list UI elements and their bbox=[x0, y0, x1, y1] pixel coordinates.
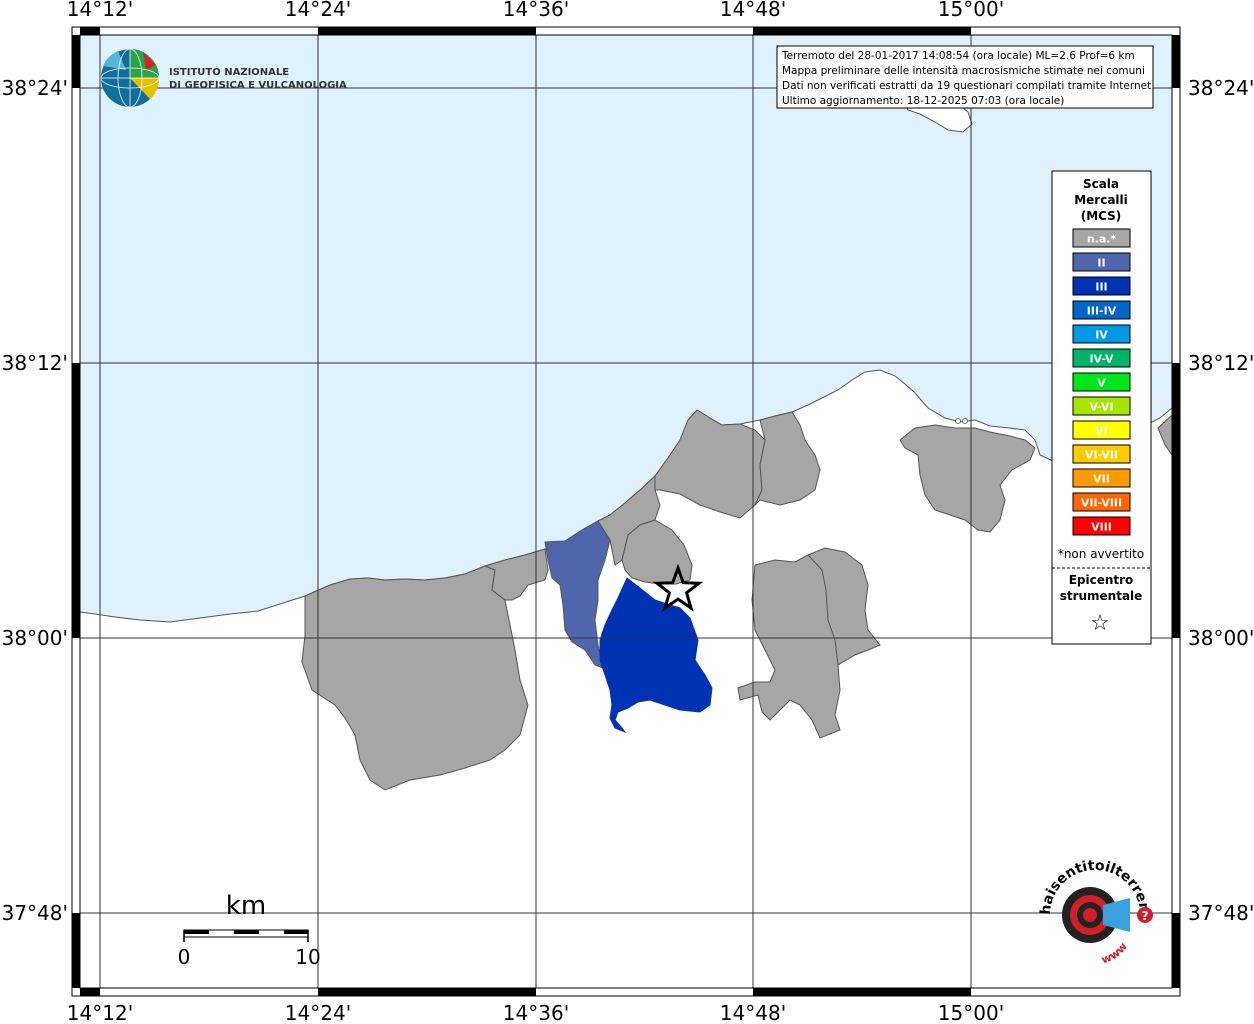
legend-item: VIII bbox=[1072, 516, 1131, 536]
legend-label: VII-VIII bbox=[1081, 497, 1122, 510]
legend-label: VI bbox=[1095, 425, 1108, 438]
info-line-4: Ultimo aggiornamento: 18-12-2025 07:03 (… bbox=[782, 95, 1064, 107]
lon-label-bottom-4: 14°48' bbox=[720, 1001, 786, 1024]
legend-item: VI-VII bbox=[1072, 444, 1131, 464]
logo-line-2: DI GEOFISICA E VULCANOLOGIA bbox=[169, 80, 347, 91]
legend-label: VI-VII bbox=[1085, 449, 1118, 462]
legend-label: n.a.* bbox=[1087, 233, 1117, 246]
legend-item: III-IV bbox=[1072, 300, 1131, 320]
lat-label-right-4: 37°48' bbox=[1188, 901, 1254, 925]
legend-label: II bbox=[1097, 257, 1105, 270]
lon-label-top-5: 15°00' bbox=[938, 0, 1004, 21]
legend-label: IV bbox=[1095, 329, 1108, 342]
legend-label: VIII bbox=[1091, 521, 1112, 534]
legend-label: III-IV bbox=[1087, 305, 1117, 318]
legend-item: VI bbox=[1072, 420, 1131, 440]
legend-label: IV-V bbox=[1089, 353, 1114, 366]
lat-label-right-3: 38°00' bbox=[1188, 626, 1254, 650]
legend-title-3: (MCS) bbox=[1081, 209, 1122, 223]
legend-item: V-VI bbox=[1072, 396, 1131, 416]
legend-label: V-VI bbox=[1089, 401, 1113, 414]
lat-label-left-4: 37°48' bbox=[2, 901, 68, 925]
lon-label-bottom-1: 14°12' bbox=[67, 1001, 133, 1024]
lat-label-left-2: 38°12' bbox=[2, 351, 68, 375]
lon-label-bottom-2: 14°24' bbox=[285, 1001, 351, 1024]
info-box: Terremoto del 28-01-2017 14:08:54 (ora l… bbox=[776, 45, 1155, 109]
info-line-3: Dati non verificati estratti da 19 quest… bbox=[782, 80, 1155, 92]
islet bbox=[962, 418, 968, 424]
legend-epicenter-1: Epicentro bbox=[1069, 573, 1134, 587]
legend-item: IV-V bbox=[1072, 348, 1131, 368]
legend-item: V bbox=[1072, 372, 1131, 392]
legend-label: V bbox=[1097, 377, 1106, 390]
legend-item: n.a.* bbox=[1072, 228, 1131, 248]
legend-item: VII-VIII bbox=[1072, 492, 1131, 512]
lat-label-right-2: 38°12' bbox=[1188, 351, 1254, 375]
lon-label-top-1: 14°12' bbox=[67, 0, 133, 21]
star-icon: ☆ bbox=[1090, 611, 1110, 636]
scale-min: 0 bbox=[178, 945, 191, 969]
legend-epicenter-2: strumentale bbox=[1060, 589, 1143, 603]
legend-title-2: Mercalli bbox=[1074, 193, 1128, 207]
lat-label-left-3: 38°00' bbox=[2, 626, 68, 650]
legend-item: III bbox=[1072, 276, 1131, 296]
legend-item: VII bbox=[1072, 468, 1131, 488]
legend-item: IV bbox=[1072, 324, 1131, 344]
lon-label-bottom-3: 14°36' bbox=[503, 1001, 569, 1024]
lat-label-left-1: 38°24' bbox=[2, 76, 68, 100]
info-line-1: Terremoto del 28-01-2017 14:08:54 (ora l… bbox=[781, 50, 1135, 62]
legend-item: II bbox=[1072, 252, 1131, 272]
lon-label-bottom-5: 15°00' bbox=[938, 1001, 1004, 1024]
legend-title-1: Scala bbox=[1083, 177, 1119, 191]
legend-label: III bbox=[1095, 281, 1107, 294]
scale-unit: km bbox=[226, 891, 266, 921]
legend-note: *non avvertito bbox=[1058, 547, 1144, 561]
logo-line-1: ISTITUTO NAZIONALE bbox=[169, 67, 289, 78]
lon-label-top-2: 14°24' bbox=[285, 0, 351, 21]
lon-label-top-3: 14°36' bbox=[503, 0, 569, 21]
macroseismic-map: 14°12' 14°24' 14°36' 14°48' 15°00' 14°12… bbox=[0, 0, 1254, 1024]
question-icon: ? bbox=[1142, 909, 1149, 923]
legend: Scala Mercalli (MCS) n.a.*IIIIIIII-IVIVI… bbox=[1051, 170, 1152, 645]
legend-label: VII bbox=[1093, 473, 1110, 486]
lat-label-right-1: 38°24' bbox=[1188, 76, 1254, 100]
islet bbox=[955, 418, 961, 424]
info-line-2: Mappa preliminare delle intensità macros… bbox=[782, 65, 1145, 77]
scale-max: 10 bbox=[295, 945, 320, 969]
lon-label-top-4: 14°48' bbox=[720, 0, 786, 21]
